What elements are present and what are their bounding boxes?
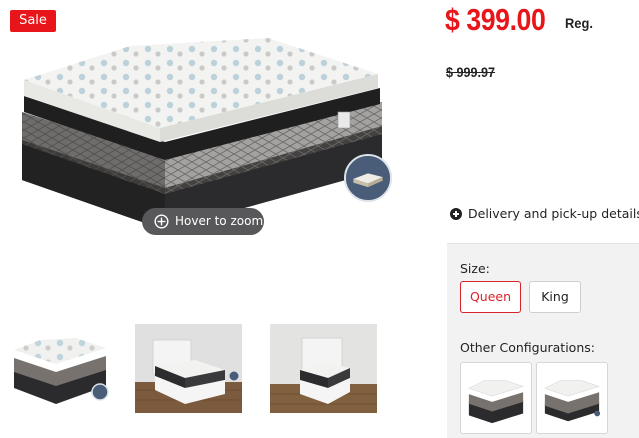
- thumbnail-room-2[interactable]: [270, 324, 377, 413]
- size-option-queen[interactable]: Queen: [460, 281, 521, 313]
- configuration-panel: Size: Queen King Other Configurations:: [447, 243, 639, 438]
- zoom-hint-label: Hover to zoom: [175, 214, 264, 228]
- plus-circle-icon: [450, 208, 462, 220]
- zoom-hint: Hover to zoom: [142, 208, 264, 235]
- mattress-view-swatch[interactable]: [344, 154, 392, 202]
- sale-price: $ 399.00: [445, 2, 546, 37]
- original-price: $ 999.97: [446, 64, 496, 80]
- configuration-option-2[interactable]: [536, 362, 608, 434]
- regular-price-label: Reg.: [565, 15, 593, 31]
- size-option-king[interactable]: King: [529, 281, 581, 313]
- other-configurations-label: Other Configurations:: [460, 340, 595, 355]
- delivery-details-label: Delivery and pick-up details: [468, 206, 639, 221]
- configuration-option-1[interactable]: [460, 362, 532, 434]
- thumbnail-room-1[interactable]: [135, 324, 242, 413]
- size-label: Size:: [460, 261, 490, 276]
- sale-badge: Sale: [10, 10, 56, 32]
- zoom-icon: [154, 214, 169, 229]
- thumbnail-mattress[interactable]: [10, 324, 110, 413]
